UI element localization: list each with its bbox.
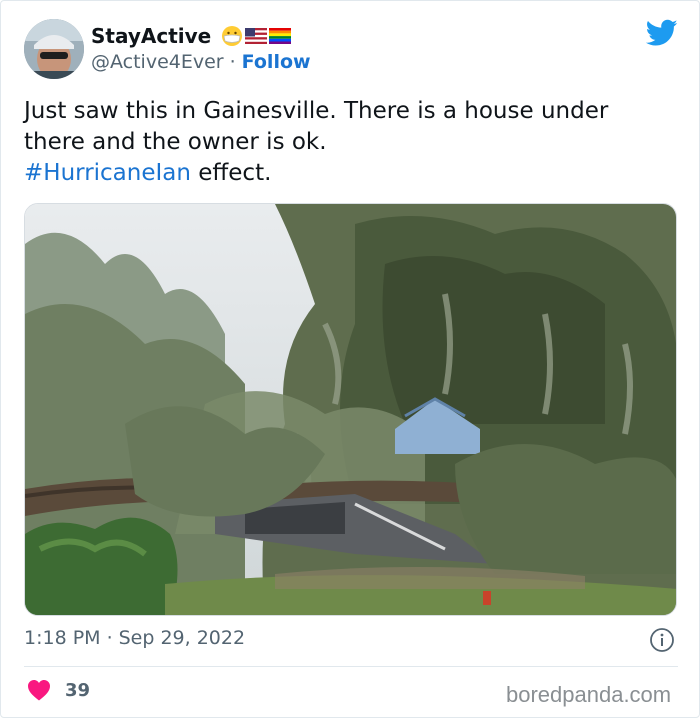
handle[interactable]: @Active4Ever: [91, 51, 224, 73]
info-icon[interactable]: [649, 627, 675, 653]
timestamp[interactable]: 1:18 PM · Sep 29, 2022: [24, 627, 245, 649]
tweet-card: StayActive @Active4Ever · Follow Just sa…: [0, 0, 700, 718]
like-count: 39: [65, 679, 91, 701]
tweet-text-line1: Just saw this in Gainesville. There is a…: [24, 98, 609, 124]
us-flag-icon: [245, 28, 268, 44]
follow-button[interactable]: Follow: [242, 51, 311, 73]
rainbow-flag-icon: [269, 28, 292, 44]
face-with-mask-icon: [222, 26, 243, 46]
display-name[interactable]: StayActive: [91, 24, 211, 48]
heart-icon[interactable]: [27, 679, 51, 701]
tweet-text: Just saw this in Gainesville. There is a…: [24, 96, 684, 189]
tweet-photo[interactable]: [24, 203, 677, 616]
twitter-bird-icon[interactable]: [646, 19, 678, 47]
separator-dot: ·: [229, 51, 236, 73]
tweet-time: 1:18 PM: [24, 627, 101, 649]
hashtag-link[interactable]: #HurricaneIan: [24, 160, 191, 186]
divider: [24, 666, 678, 667]
handle-row: @Active4Ever · Follow: [91, 51, 311, 73]
watermark: boredpanda.com: [506, 682, 672, 707]
separator-dot: ·: [106, 627, 113, 649]
likes-row[interactable]: 39: [27, 679, 90, 701]
tweet-text-tail: effect.: [190, 160, 272, 186]
tweet-date: Sep 29, 2022: [118, 627, 246, 649]
author-name-row: StayActive: [91, 23, 292, 49]
name-emojis: [221, 25, 292, 47]
tweet-text-line2: there and the owner is ok.: [24, 129, 327, 155]
avatar[interactable]: [24, 19, 84, 79]
